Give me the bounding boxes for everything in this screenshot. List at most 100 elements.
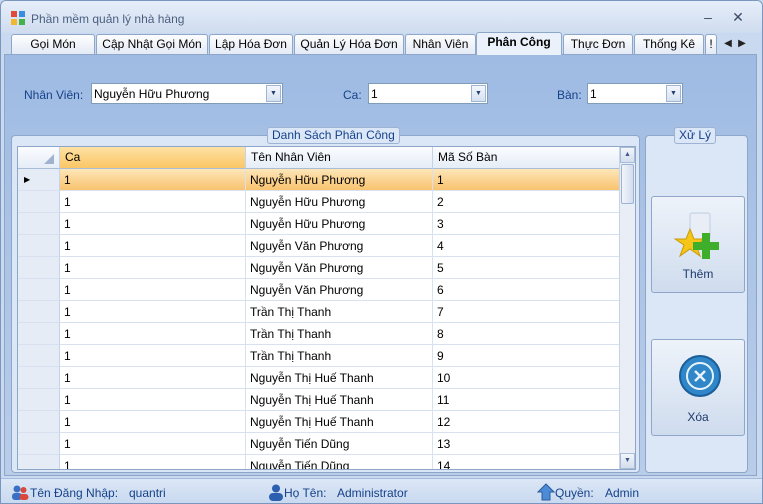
add-button[interactable]: Thêm	[651, 196, 745, 293]
cell-ma-so-ban[interactable]: 9	[433, 345, 621, 367]
table-row[interactable]: 1 Nguyễn Thị Huế Thanh 10	[18, 367, 621, 389]
cell-ten-nhan-vien[interactable]: Nguyễn Thị Huế Thanh	[246, 411, 433, 433]
shift-select[interactable]: 1 ▼	[368, 83, 488, 104]
cell-ca[interactable]: 1	[60, 257, 246, 279]
tab-quan-ly-hoa-don[interactable]: Quản Lý Hóa Đơn	[294, 34, 404, 54]
cell-ten-nhan-vien[interactable]: Nguyễn Thị Huế Thanh	[246, 367, 433, 389]
minimize-button[interactable]: –	[697, 7, 719, 27]
row-header[interactable]	[18, 191, 60, 213]
cell-ma-so-ban[interactable]: 5	[433, 257, 621, 279]
tab-nhan-vien[interactable]: Nhân Viên	[405, 34, 476, 54]
cell-ten-nhan-vien[interactable]: Nguyễn Văn Phương	[246, 257, 433, 279]
cell-ca[interactable]: 1	[60, 345, 246, 367]
cell-ma-so-ban[interactable]: 2	[433, 191, 621, 213]
table-row[interactable]: 1 Nguyễn Văn Phương 5	[18, 257, 621, 279]
cell-ma-so-ban[interactable]: 3	[433, 213, 621, 235]
cell-ten-nhan-vien[interactable]: Trần Thị Thanh	[246, 301, 433, 323]
cell-ma-so-ban[interactable]: 14	[433, 455, 621, 469]
cell-ma-so-ban[interactable]: 6	[433, 279, 621, 301]
row-header[interactable]	[18, 455, 60, 469]
cell-ma-so-ban[interactable]: 13	[433, 433, 621, 455]
scroll-thumb[interactable]	[621, 164, 634, 204]
table-select[interactable]: 1 ▼	[587, 83, 683, 104]
cell-ca[interactable]: 1	[60, 191, 246, 213]
cell-ca[interactable]: 1	[60, 323, 246, 345]
cell-ca[interactable]: 1	[60, 389, 246, 411]
column-header-ca[interactable]: Ca	[60, 147, 246, 169]
table-row[interactable]: 1 Trần Thị Thanh 7	[18, 301, 621, 323]
row-header[interactable]	[18, 279, 60, 301]
scroll-down-icon[interactable]: ▼	[620, 453, 635, 469]
employee-select[interactable]: Nguyễn Hữu Phương ▼	[91, 83, 283, 104]
scroll-up-icon[interactable]: ▲	[620, 147, 635, 163]
table-row[interactable]: 1 Nguyễn Tiến Dũng 14	[18, 455, 621, 469]
chevron-down-icon[interactable]: ▼	[266, 85, 281, 102]
cell-ten-nhan-vien[interactable]: Nguyễn Hữu Phương	[246, 169, 433, 191]
tab-scroll-right-icon[interactable]: ▶	[735, 35, 749, 53]
cell-ten-nhan-vien[interactable]: Nguyễn Văn Phương	[246, 279, 433, 301]
close-button[interactable]: ✕	[727, 7, 749, 27]
tab-thuc-don[interactable]: Thực Đơn	[563, 34, 633, 54]
cell-ten-nhan-vien[interactable]: Nguyễn Hữu Phương	[246, 213, 433, 235]
row-header[interactable]	[18, 367, 60, 389]
row-header[interactable]	[18, 301, 60, 323]
cell-ten-nhan-vien[interactable]: Nguyễn Thị Huế Thanh	[246, 389, 433, 411]
row-header[interactable]	[18, 257, 60, 279]
table-row[interactable]: 1 Nguyễn Tiến Dũng 13	[18, 433, 621, 455]
vertical-scrollbar[interactable]: ▲ ▼	[619, 147, 635, 469]
cell-ca[interactable]: 1	[60, 301, 246, 323]
cell-ca[interactable]: 1	[60, 169, 246, 191]
cell-ma-so-ban[interactable]: 4	[433, 235, 621, 257]
chevron-down-icon[interactable]: ▼	[666, 85, 681, 102]
row-header[interactable]	[18, 213, 60, 235]
table-row[interactable]: 1 Nguyễn Văn Phương 6	[18, 279, 621, 301]
cell-ca[interactable]: 1	[60, 213, 246, 235]
cell-ca[interactable]: 1	[60, 279, 246, 301]
row-header[interactable]	[18, 323, 60, 345]
cell-ca[interactable]: 1	[60, 455, 246, 469]
row-header[interactable]	[18, 345, 60, 367]
cell-ma-so-ban[interactable]: 1	[433, 169, 621, 191]
cell-ten-nhan-vien[interactable]: Nguyễn Hữu Phương	[246, 191, 433, 213]
tab-cap-nhat-goi-mon[interactable]: Cập Nhật Gọi Món	[96, 34, 208, 54]
cell-ten-nhan-vien[interactable]: Nguyễn Tiến Dũng	[246, 455, 433, 469]
table-row[interactable]: ▶ 1 Nguyễn Hữu Phương 1	[18, 169, 621, 191]
cell-ca[interactable]: 1	[60, 411, 246, 433]
table-row[interactable]: 1 Nguyễn Thị Huế Thanh 11	[18, 389, 621, 411]
chevron-down-icon[interactable]: ▼	[471, 85, 486, 102]
tab-overflow[interactable]: !	[705, 34, 717, 54]
assignment-grid[interactable]: Ca Tên Nhân Viên Mã Số Bàn ▶ 1 Nguyễn Hữu …	[17, 146, 636, 470]
delete-button[interactable]: Xóa	[651, 339, 745, 436]
table-row[interactable]: 1 Nguyễn Hữu Phương 3	[18, 213, 621, 235]
column-header-ten-nhan-vien[interactable]: Tên Nhân Viên	[246, 147, 433, 169]
table-row[interactable]: 1 Trần Thị Thanh 8	[18, 323, 621, 345]
table-row[interactable]: 1 Nguyễn Hữu Phương 2	[18, 191, 621, 213]
cell-ma-so-ban[interactable]: 8	[433, 323, 621, 345]
cell-ma-so-ban[interactable]: 12	[433, 411, 621, 433]
tab-thong-ke[interactable]: Thống Kê	[634, 34, 704, 54]
cell-ten-nhan-vien[interactable]: Trần Thị Thanh	[246, 323, 433, 345]
tab-lap-hoa-don[interactable]: Lập Hóa Đơn	[209, 34, 293, 54]
cell-ten-nhan-vien[interactable]: Trần Thị Thanh	[246, 345, 433, 367]
column-header-ma-so-ban[interactable]: Mã Số Bàn	[433, 147, 621, 169]
cell-ma-so-ban[interactable]: 7	[433, 301, 621, 323]
row-header[interactable]	[18, 389, 60, 411]
cell-ca[interactable]: 1	[60, 367, 246, 389]
tab-scroll-left-icon[interactable]: ◀	[721, 35, 735, 53]
row-header[interactable]	[18, 433, 60, 455]
cell-ma-so-ban[interactable]: 11	[433, 389, 621, 411]
row-header[interactable]: ▶	[18, 169, 60, 191]
cell-ten-nhan-vien[interactable]: Nguyễn Tiến Dũng	[246, 433, 433, 455]
table-row[interactable]: 1 Trần Thị Thanh 9	[18, 345, 621, 367]
row-header[interactable]	[18, 411, 60, 433]
tab-goi-mon[interactable]: Gọi Món	[11, 34, 95, 54]
row-header[interactable]	[18, 235, 60, 257]
table-row[interactable]: 1 Nguyễn Thị Huế Thanh 12	[18, 411, 621, 433]
cell-ca[interactable]: 1	[60, 235, 246, 257]
cell-ten-nhan-vien[interactable]: Nguyễn Văn Phương	[246, 235, 433, 257]
table-row[interactable]: 1 Nguyễn Văn Phương 4	[18, 235, 621, 257]
select-all-corner[interactable]	[18, 147, 60, 169]
cell-ma-so-ban[interactable]: 10	[433, 367, 621, 389]
cell-ca[interactable]: 1	[60, 433, 246, 455]
tab-phan-cong[interactable]: Phân Công	[476, 32, 562, 55]
